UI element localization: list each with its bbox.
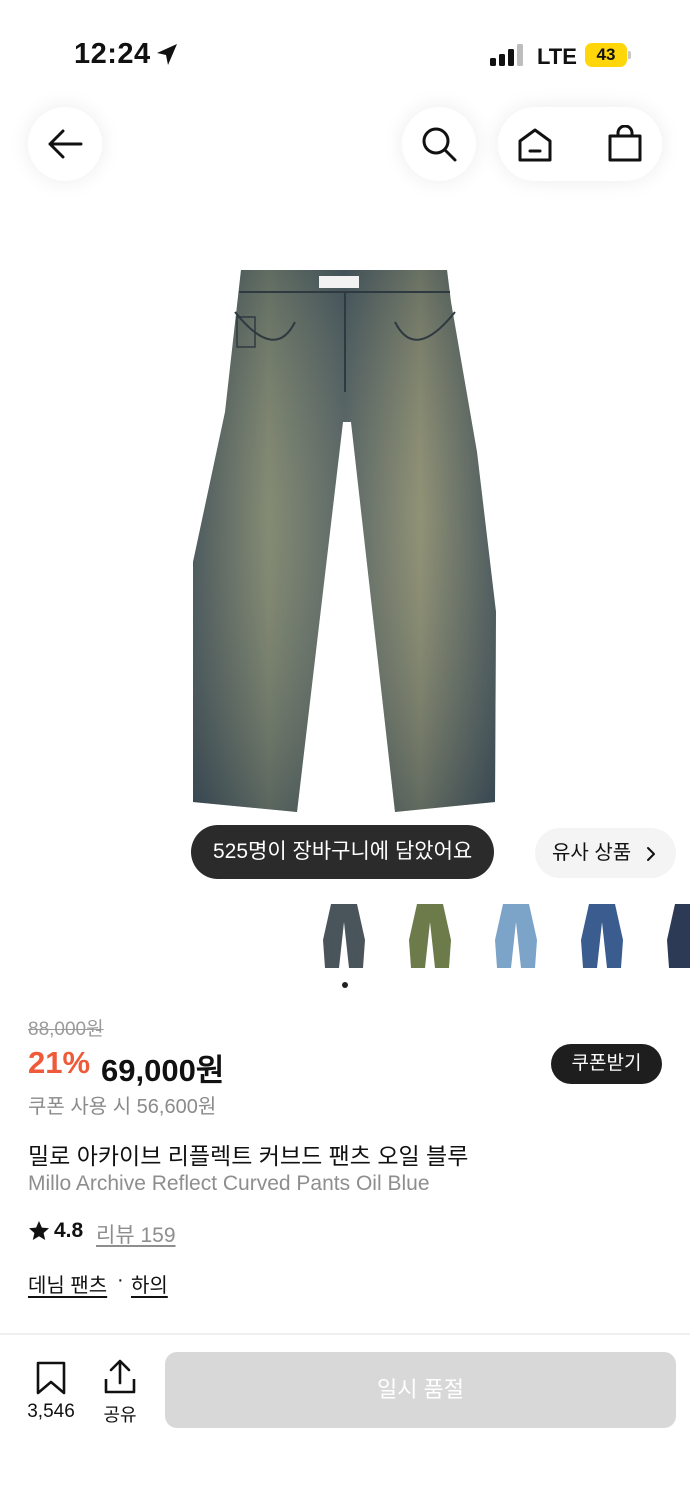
status-bar: 12:24 LTE 43	[0, 0, 690, 110]
product-main-image[interactable]	[185, 262, 505, 822]
color-thumbnail-dark-blue[interactable]	[665, 900, 690, 972]
similar-products-button[interactable]: 유사 상품	[535, 828, 676, 878]
search-icon	[422, 127, 457, 162]
color-thumbnail-olive[interactable]	[407, 900, 453, 972]
network-type: LTE	[537, 44, 577, 69]
rating-value: 4.8	[54, 1219, 84, 1242]
divider	[0, 1333, 690, 1335]
product-title-korean: 밀로 아카이브 리플렉트 커브드 팬츠 오일 블루	[28, 1143, 469, 1169]
soldout-button[interactable]: 일시 품절	[165, 1352, 676, 1428]
nav-actions-group	[498, 107, 662, 181]
location-arrow-icon	[157, 44, 177, 65]
color-thumbnail-light-blue[interactable]	[493, 900, 539, 972]
signal-icon	[490, 44, 524, 66]
color-thumbnail-oil-blue[interactable]	[321, 900, 367, 972]
category-separator: ·	[117, 1269, 124, 1291]
back-button[interactable]	[28, 107, 102, 181]
sale-price: 69,000원	[101, 1053, 225, 1088]
discount-rate: 21%	[28, 1045, 91, 1080]
get-coupon-button[interactable]: 쿠폰받기	[551, 1044, 662, 1084]
battery-level: 43	[585, 43, 627, 67]
bookmark-button[interactable]: 3,546	[18, 1356, 84, 1426]
category-link-bottoms[interactable]: 하의	[131, 1269, 168, 1298]
category-link-denim-pants[interactable]: 데님 팬츠	[28, 1269, 107, 1298]
similar-products-label: 유사 상품	[552, 842, 632, 864]
bookmark-icon	[36, 1361, 66, 1395]
share-button[interactable]: 공유	[96, 1356, 144, 1426]
status-time: 12:24	[74, 38, 151, 70]
battery-icon: 43	[585, 43, 631, 67]
search-button[interactable]	[402, 107, 476, 181]
chevron-right-icon	[647, 847, 655, 861]
color-thumbnail-mid-blue[interactable]	[579, 900, 625, 972]
product-title-english: Millo Archive Reflect Curved Pants Oil B…	[28, 1172, 430, 1195]
coupon-price: 쿠폰 사용 시 56,600원	[28, 1096, 217, 1118]
review-link[interactable]: 리뷰 159	[96, 1219, 176, 1249]
shopping-bag-icon[interactable]	[607, 125, 643, 163]
home-icon[interactable]	[517, 127, 553, 163]
original-price: 88,000원	[28, 1019, 104, 1040]
share-icon	[104, 1359, 136, 1394]
star-icon	[29, 1221, 49, 1240]
arrow-left-icon	[48, 129, 83, 159]
cart-count-badge: 525명이 장바구니에 담았어요	[191, 825, 495, 879]
thumbnail-page-indicator	[342, 982, 348, 988]
bookmark-count: 3,546	[27, 1401, 75, 1422]
share-label: 공유	[103, 1405, 137, 1425]
